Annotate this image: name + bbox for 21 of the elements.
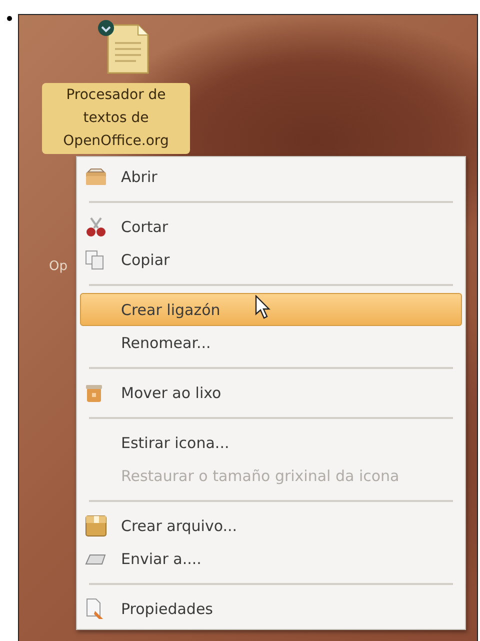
pointer-icon bbox=[255, 295, 271, 319]
menu-item[interactable]: Copiar bbox=[80, 243, 462, 276]
bullet-icon bbox=[6, 16, 12, 21]
menu-item[interactable]: Renomear... bbox=[80, 326, 462, 359]
folder-icon bbox=[85, 552, 107, 564]
scissors-icon bbox=[85, 216, 107, 236]
copy-icon bbox=[85, 250, 105, 270]
menu-item[interactable]: Estirar icona... bbox=[80, 426, 462, 459]
menu-item[interactable]: Crear arquivo... bbox=[80, 509, 462, 542]
menu-item[interactable]: Crear ligazón bbox=[80, 293, 462, 326]
document-icon bbox=[85, 598, 105, 620]
trash-icon bbox=[85, 382, 103, 402]
box-icon bbox=[85, 514, 107, 536]
menu-item[interactable]: Abrir bbox=[80, 160, 462, 193]
icon-label: Op bbox=[49, 259, 68, 274]
menu-item[interactable]: Mover ao lixo bbox=[80, 376, 462, 409]
folder-icon bbox=[85, 168, 107, 186]
menu-item[interactable]: Enviar a.... bbox=[80, 542, 462, 575]
menu-item[interactable]: Propiedades bbox=[80, 592, 462, 625]
icon-label[interactable]: Procesador de textos de OpenOffice.org bbox=[42, 83, 190, 154]
menu-item[interactable]: Cortar bbox=[80, 210, 462, 243]
